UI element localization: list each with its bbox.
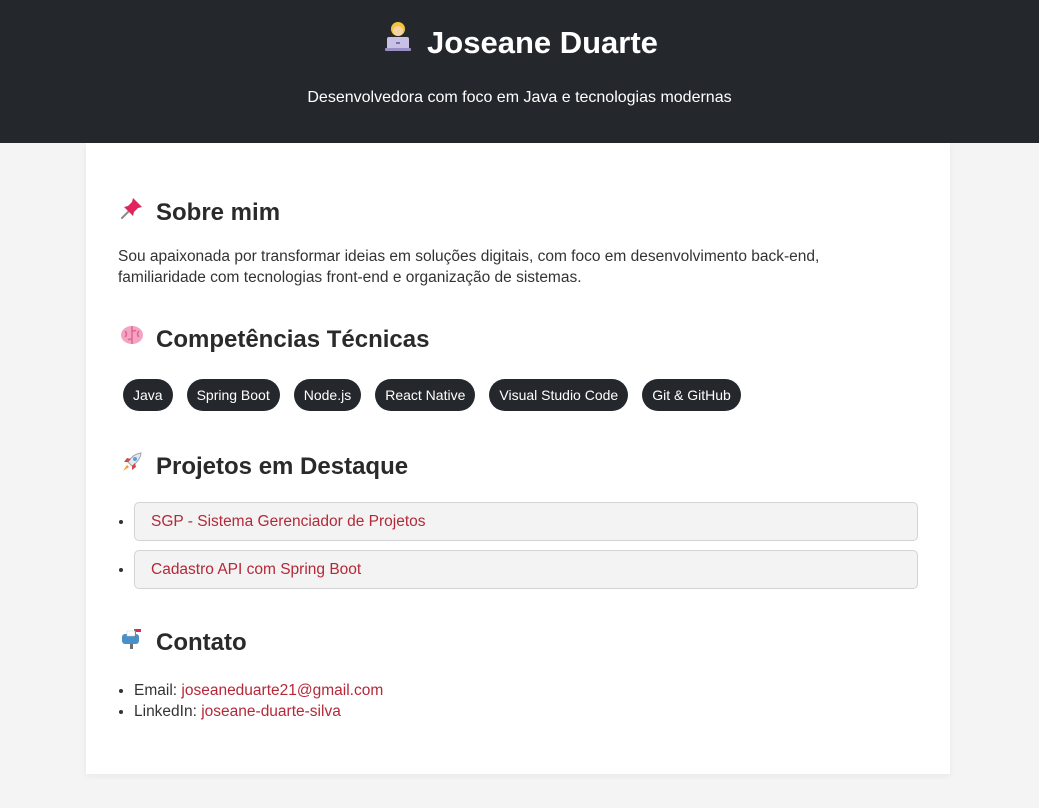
main-content: Sobre mim Sou apaixonada por transformar… bbox=[86, 143, 950, 774]
skill-badge: Spring Boot bbox=[186, 379, 280, 411]
skills-heading: Competências Técnicas bbox=[118, 322, 918, 357]
project-link-sgp[interactable]: SGP - Sistema Gerenciador de Projetos bbox=[134, 502, 918, 541]
rocket-icon bbox=[118, 449, 146, 484]
skill-badge: Git & GitHub bbox=[642, 379, 741, 411]
contact-list: Email: joseaneduarte21@gmail.com LinkedI… bbox=[118, 680, 918, 722]
skill-badge: Java bbox=[123, 379, 173, 411]
projects-heading-text: Projetos em Destaque bbox=[156, 452, 409, 480]
email-label: Email: bbox=[134, 682, 178, 699]
site-header: Joseane Duarte Desenvolvedora com foco e… bbox=[0, 0, 1039, 143]
email-link[interactable]: joseaneduarte21@gmail.com bbox=[181, 682, 383, 699]
skill-badge: React Native bbox=[375, 379, 476, 411]
site-title: Joseane Duarte bbox=[0, 20, 1039, 65]
projects-section: Projetos em Destaque SGP - Sistema Geren… bbox=[118, 449, 918, 589]
brain-icon bbox=[118, 322, 146, 357]
skills-heading-text: Competências Técnicas bbox=[156, 325, 430, 353]
skill-badge: Node.js bbox=[293, 379, 362, 411]
skills-list: Java Spring Boot Node.js React Native Vi… bbox=[123, 379, 918, 411]
linkedin-link[interactable]: joseane-duarte-silva bbox=[201, 703, 341, 720]
about-section: Sobre mim Sou apaixonada por transformar… bbox=[118, 195, 918, 288]
skill-badge: Visual Studio Code bbox=[489, 379, 629, 411]
site-subtitle: Desenvolvedora com foco em Java e tecnol… bbox=[307, 89, 732, 106]
skills-section: Competências Técnicas Java Spring Boot N… bbox=[118, 322, 918, 411]
projects-heading: Projetos em Destaque bbox=[118, 449, 918, 484]
project-item: SGP - Sistema Gerenciador de Projetos bbox=[134, 502, 918, 541]
pushpin-icon bbox=[118, 195, 146, 230]
contact-heading: Contato bbox=[118, 625, 918, 660]
about-heading-text: Sobre mim bbox=[156, 198, 281, 226]
contact-linkedin-item: LinkedIn: joseane-duarte-silva bbox=[134, 701, 918, 722]
site-title-text: Joseane Duarte bbox=[427, 24, 658, 60]
mailbox-icon bbox=[118, 625, 146, 660]
linkedin-label: LinkedIn: bbox=[134, 703, 197, 720]
contact-heading-text: Contato bbox=[156, 628, 247, 656]
contact-email-item: Email: joseaneduarte21@gmail.com bbox=[134, 680, 918, 701]
projects-list: SGP - Sistema Gerenciador de Projetos Ca… bbox=[118, 502, 918, 589]
contact-section: Contato Email: joseaneduarte21@gmail.com… bbox=[118, 625, 918, 722]
about-text: Sou apaixonada por transformar ideias em… bbox=[118, 248, 820, 286]
technologist-woman-icon bbox=[381, 20, 415, 65]
project-link-cadastro-api[interactable]: Cadastro API com Spring Boot bbox=[134, 550, 918, 589]
project-item: Cadastro API com Spring Boot bbox=[134, 550, 918, 589]
about-heading: Sobre mim bbox=[118, 195, 918, 230]
